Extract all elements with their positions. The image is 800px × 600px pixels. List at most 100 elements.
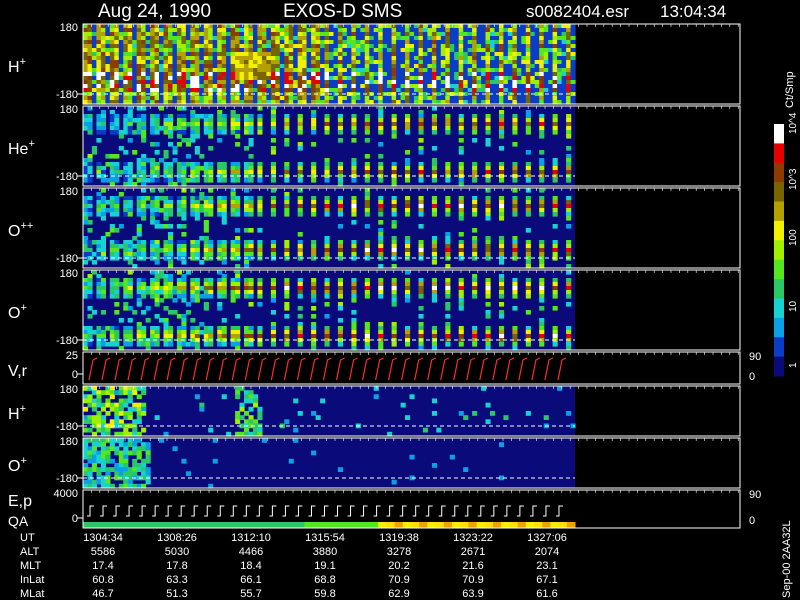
- pixel: [445, 60, 451, 65]
- pixel: [136, 342, 142, 347]
- pixel: [422, 36, 428, 41]
- pixel: [127, 56, 133, 61]
- pixel: [109, 166, 115, 171]
- pixel: [136, 52, 142, 57]
- pixel: [284, 114, 290, 119]
- pixel: [552, 334, 558, 339]
- pixel: [248, 334, 254, 339]
- pixel: [141, 200, 147, 205]
- pixel: [503, 40, 509, 45]
- pixel: [391, 126, 397, 131]
- pixel: [391, 32, 397, 37]
- pixel: [176, 64, 182, 69]
- pixel: [181, 334, 187, 339]
- pixel: [297, 122, 303, 127]
- pixel: [320, 64, 326, 69]
- pixel: [217, 122, 223, 127]
- pixel: [221, 240, 227, 245]
- pixel: [257, 252, 263, 257]
- pixel: [342, 96, 348, 101]
- pixel: [552, 76, 558, 81]
- pixel: [270, 106, 276, 111]
- pixel: [499, 146, 505, 151]
- pixel: [141, 170, 147, 175]
- pixel: [534, 36, 540, 41]
- pixel: [490, 40, 496, 45]
- pixel: [525, 208, 531, 213]
- pixel: [454, 48, 460, 53]
- pixel: [405, 84, 411, 89]
- pixel: [127, 122, 133, 127]
- pixel: [136, 178, 142, 183]
- pixel: [248, 162, 254, 167]
- pixel: [181, 138, 187, 143]
- pixel: [123, 342, 129, 347]
- pixel: [96, 278, 102, 283]
- pixel: [96, 240, 102, 245]
- pixel: [154, 286, 160, 291]
- pixel: [100, 204, 106, 209]
- panel-o-plus-2: O+180-180: [8, 436, 741, 489]
- pixel: [132, 150, 138, 155]
- pixel: [109, 162, 115, 167]
- pixel: [83, 294, 89, 299]
- pixel: [284, 342, 290, 347]
- pixel: [275, 68, 281, 73]
- pixel: [405, 150, 411, 155]
- pixel: [176, 32, 182, 37]
- pixel: [176, 286, 182, 291]
- pixel: [109, 248, 115, 253]
- pixel: [270, 166, 276, 171]
- pixel: [355, 88, 361, 93]
- pixel: [297, 196, 303, 201]
- pixel: [100, 334, 106, 339]
- pixel: [136, 88, 142, 93]
- pixel: [458, 36, 464, 41]
- pixel: [145, 204, 151, 209]
- pixel: [382, 64, 388, 69]
- pixel: [100, 415, 106, 420]
- pixel: [168, 76, 174, 81]
- pixel: [364, 212, 370, 217]
- pixel: [109, 130, 115, 135]
- pixel: [168, 170, 174, 175]
- pixel: [150, 278, 156, 283]
- pixel: [431, 80, 437, 85]
- pixel: [324, 80, 330, 85]
- pixel: [373, 52, 379, 57]
- pixel: [123, 80, 129, 85]
- pixel: [463, 415, 469, 420]
- pixel: [378, 228, 384, 233]
- pixel: [297, 88, 303, 93]
- pixel: [378, 200, 384, 205]
- pixel: [208, 286, 214, 291]
- pixel: [83, 40, 89, 45]
- pixel: [91, 72, 97, 77]
- pixel: [311, 118, 317, 123]
- pixel: [499, 134, 505, 139]
- pixel: [561, 84, 567, 89]
- pixel: [181, 294, 187, 299]
- pixel: [543, 32, 549, 37]
- pixel: [244, 88, 250, 93]
- pixel: [431, 146, 437, 151]
- pixel: [181, 278, 187, 283]
- pixel: [405, 52, 411, 57]
- pixel: [391, 166, 397, 171]
- pixel: [270, 36, 276, 41]
- pixel: [248, 142, 254, 147]
- pixel: [284, 178, 290, 183]
- pixel: [284, 84, 290, 89]
- pixel: [418, 138, 424, 143]
- pixel: [476, 44, 482, 49]
- pixel: [454, 36, 460, 41]
- pixel: [418, 322, 424, 327]
- pixel: [315, 40, 321, 45]
- pixel: [382, 84, 388, 89]
- pixel: [512, 130, 518, 135]
- pixel: [185, 80, 191, 85]
- pixel: [293, 48, 299, 53]
- pixel: [436, 24, 442, 29]
- pixel: [91, 390, 97, 395]
- pixel: [445, 244, 451, 249]
